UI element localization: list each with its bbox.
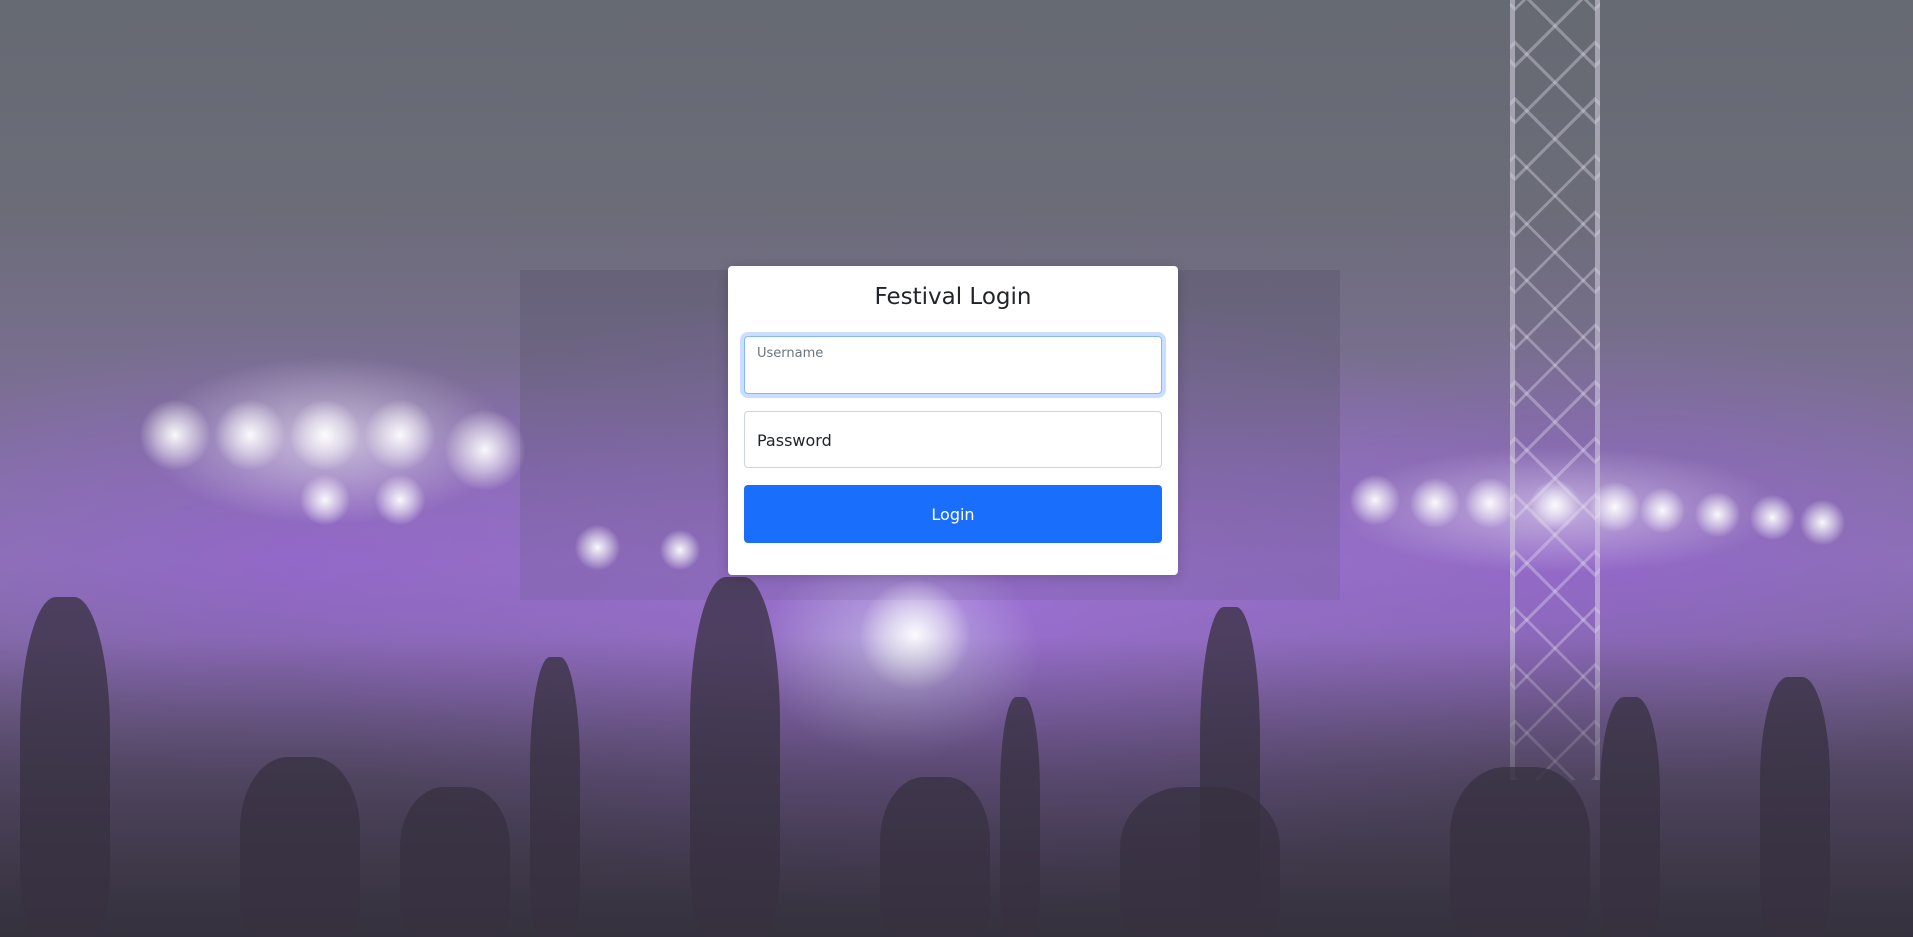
username-label: Username xyxy=(757,346,824,361)
username-input[interactable] xyxy=(757,365,1149,387)
password-field[interactable] xyxy=(744,411,1162,468)
login-button[interactable]: Login xyxy=(744,485,1162,543)
crowd-silhouette xyxy=(0,577,1913,937)
login-title: Festival Login xyxy=(874,284,1032,310)
password-input[interactable] xyxy=(757,429,1149,451)
username-field[interactable]: Username xyxy=(744,336,1162,394)
login-card: Festival Login Username Login xyxy=(728,266,1178,575)
